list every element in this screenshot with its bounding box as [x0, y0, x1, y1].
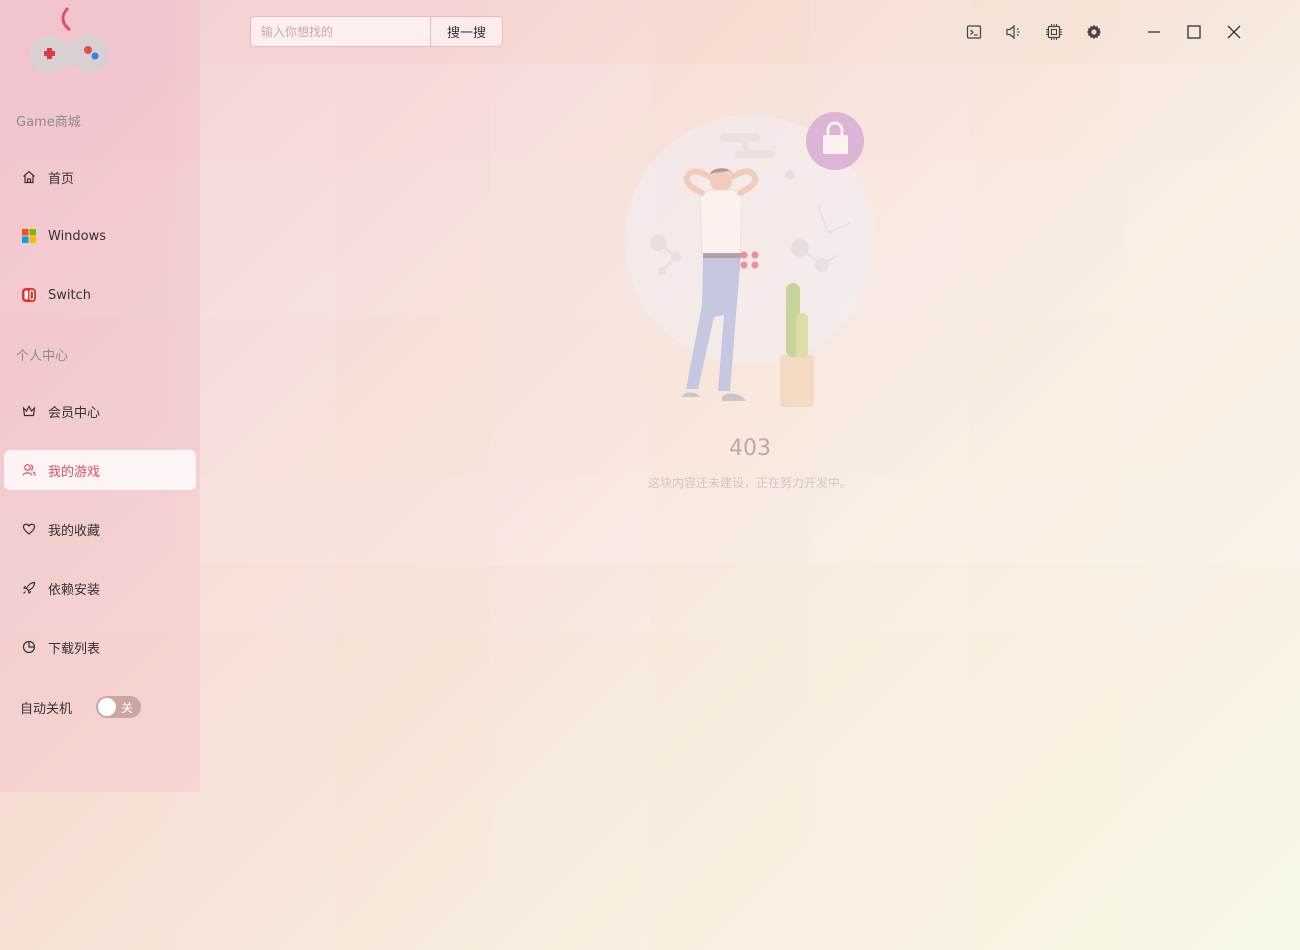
section-title-personal: 个人中心: [16, 349, 69, 364]
switch-icon: [20, 286, 38, 304]
maximize-icon[interactable]: [1184, 22, 1204, 42]
locked-illustration: [625, 112, 875, 407]
auto-shutdown-toggle[interactable]: 关: [96, 696, 142, 718]
error-message: 这块内容还未建设，正在努力开发中。: [647, 476, 852, 490]
sidebar-item-label: 会员中心: [48, 405, 101, 421]
sidebar-item-label: Switch: [48, 287, 91, 303]
home-icon: [20, 168, 38, 186]
sidebar-item-label: 我的收藏: [48, 523, 101, 539]
minimize-icon[interactable]: [1144, 22, 1164, 42]
search-button[interactable]: 搜一搜: [430, 16, 503, 47]
toggle-knob: [98, 698, 117, 716]
rocket-icon: [20, 579, 38, 597]
volume-icon[interactable]: [1004, 22, 1024, 42]
sidebar-item-label: 依赖安装: [48, 582, 101, 598]
gear-icon[interactable]: [1084, 22, 1104, 42]
windows-icon: [20, 227, 38, 245]
section-title-store: Game商城: [16, 115, 81, 130]
search-input[interactable]: [250, 16, 430, 47]
sidebar-item-label: 首页: [48, 171, 75, 187]
sidebar-item-label: Windows: [48, 228, 107, 244]
sidebar-item-label: 下载列表: [48, 641, 101, 657]
sidebar-item-home[interactable]: 首页: [4, 157, 196, 197]
gamepad-logo-icon: [30, 6, 109, 73]
sidebar-item-windows[interactable]: Windows: [4, 216, 196, 256]
auto-shutdown-row: 自动关机 关: [20, 696, 142, 718]
sidebar-item-downloads[interactable]: 下载列表: [4, 627, 196, 667]
toggle-state-text: 关: [121, 701, 134, 715]
error-code: 403: [729, 436, 771, 461]
sidebar-item-dependencies[interactable]: 依赖安装: [4, 568, 196, 608]
crown-icon: [20, 402, 38, 420]
heart-icon: [20, 520, 38, 538]
sidebar-item-favorites[interactable]: 我的收藏: [4, 509, 196, 549]
close-icon[interactable]: [1224, 22, 1244, 42]
sidebar-item-label: 我的游戏: [48, 464, 101, 480]
sidebar-item-my-games[interactable]: 我的游戏: [4, 450, 196, 490]
auto-shutdown-label: 自动关机: [20, 701, 73, 717]
sidebar: Game商城 首页 Windows Switch 个人中心 会员中心 我的游戏: [0, 0, 200, 792]
user-group-icon: [20, 461, 38, 479]
sidebar-item-membership[interactable]: 会员中心: [4, 391, 196, 431]
sidebar-item-switch[interactable]: Switch: [4, 275, 196, 315]
search-bar: 搜一搜: [250, 16, 503, 47]
terminal-icon[interactable]: [964, 22, 984, 42]
pie-chart-icon: [20, 638, 38, 656]
chip-icon[interactable]: [1044, 22, 1064, 42]
